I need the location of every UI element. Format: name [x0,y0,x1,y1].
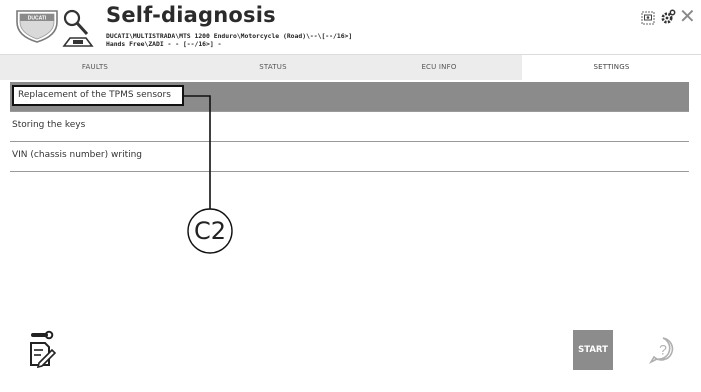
ecu-path: Hands Free\ZADI - - [--/16>] - [106,40,222,48]
list-item-label: Replacement of the TPMS sensors [18,90,171,100]
list-item-tpms-highlight[interactable]: Replacement of the TPMS sensors [12,85,184,106]
vehicle-path: DUCATI\MULTISTRADA\MTS 1200 Enduro\Motor… [106,32,353,40]
tab-status[interactable]: STATUS [190,55,356,80]
start-button[interactable]: START [573,330,613,370]
tab-settings[interactable]: SETTINGS [522,55,701,80]
diagnosis-icon [60,8,96,48]
gear-icon[interactable] [660,9,676,25]
tab-faults[interactable]: FAULTS [0,55,190,80]
tab-ecu-info[interactable]: ECU INFO [356,55,522,80]
list-item-vin[interactable]: VIN (chassis number) writing [10,142,689,172]
svg-text:?: ? [659,342,667,358]
list-item-keys[interactable]: Storing the keys [10,112,689,142]
close-icon[interactable]: ✕ [679,6,696,26]
tab-bar: FAULTS STATUS ECU INFO SETTINGS [0,54,701,80]
callout-label: C2 [193,217,227,245]
tool-icon[interactable] [27,329,57,369]
screen-icon[interactable] [641,10,655,25]
list-item-label: Storing the keys [12,120,86,130]
list-item-label: VIN (chassis number) writing [12,150,143,160]
page-title: Self-diagnosis [106,3,276,27]
ducati-logo: DUCATI [14,8,60,44]
help-icon[interactable]: ? [648,335,678,365]
logo-text: DUCATI [28,16,47,22]
